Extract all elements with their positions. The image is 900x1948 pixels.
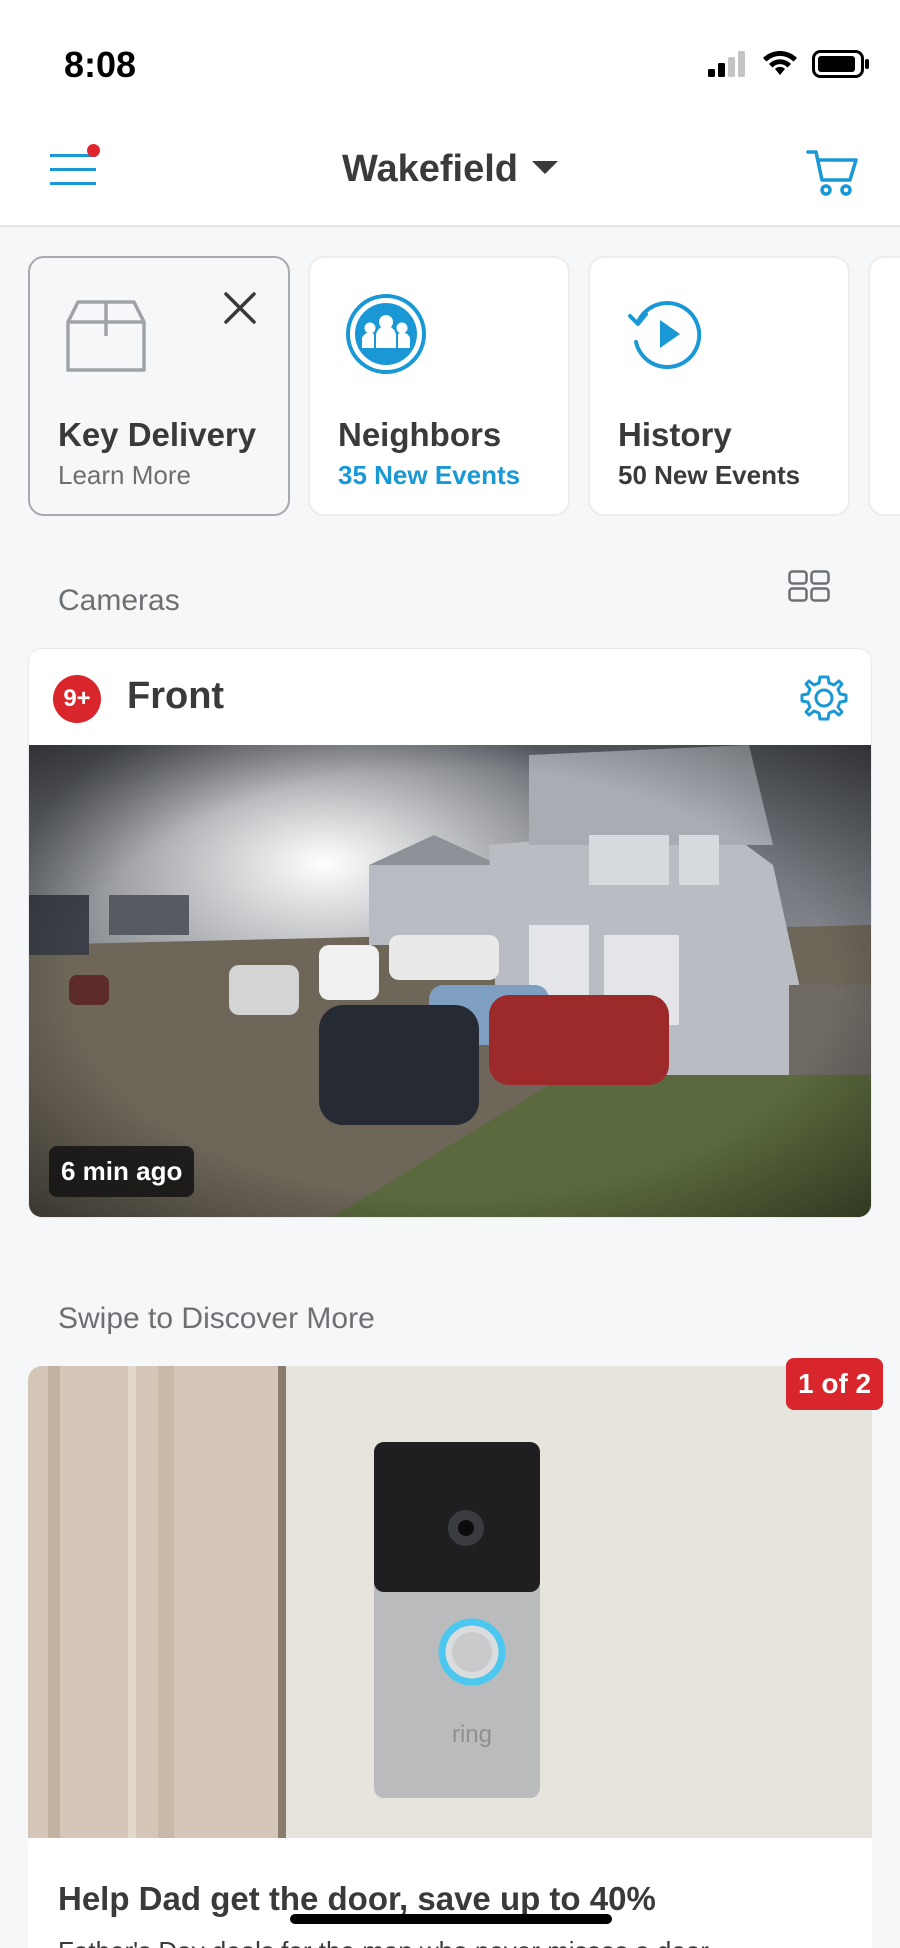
last-seen-label: 6 min ago bbox=[49, 1146, 195, 1197]
close-icon[interactable] bbox=[220, 288, 260, 328]
discover-section-label: Swipe to Discover More bbox=[58, 1302, 375, 1335]
home-indicator[interactable] bbox=[290, 1914, 612, 1924]
location-name: Wakefield bbox=[342, 148, 518, 190]
app-header: Wakefield bbox=[0, 120, 900, 227]
status-icons bbox=[708, 50, 870, 78]
camera-name: Front bbox=[127, 675, 225, 717]
cart-button[interactable] bbox=[806, 146, 860, 198]
location-selector[interactable]: Wakefield bbox=[0, 148, 900, 191]
promo-card[interactable]: ring bbox=[28, 1366, 872, 1948]
chevron-down-icon bbox=[531, 161, 558, 175]
tile-subtitle: Learn More bbox=[58, 460, 191, 490]
cart-icon bbox=[806, 150, 858, 196]
tile-title: Key Delivery bbox=[58, 416, 257, 453]
promo-title: Help Dad get the door, save up to 40% bbox=[58, 1880, 656, 1917]
doorbell-brand: ring bbox=[452, 1721, 492, 1748]
status-bar: 8:08 bbox=[0, 0, 900, 120]
gear-icon[interactable] bbox=[799, 673, 849, 723]
tile-neighbors[interactable]: Neighbors 35 New Events bbox=[308, 256, 570, 516]
camera-card-header: 9+ Front bbox=[29, 649, 871, 745]
battery-icon bbox=[812, 50, 869, 78]
history-icon bbox=[628, 301, 702, 369]
wifi-icon bbox=[763, 51, 797, 75]
tile-history[interactable]: History 50 New Events bbox=[588, 256, 850, 516]
doorbell-image: ring bbox=[28, 1366, 872, 1838]
cameras-section-label: Cameras bbox=[58, 584, 180, 617]
tile-more[interactable] bbox=[868, 256, 900, 516]
signal-icon bbox=[708, 51, 745, 77]
tile-title: History bbox=[618, 416, 732, 453]
package-icon bbox=[66, 300, 146, 372]
promo-pager-badge: 1 of 2 bbox=[786, 1358, 884, 1410]
status-time: 8:08 bbox=[64, 44, 137, 85]
event-count-badge: 9+ bbox=[53, 675, 101, 723]
grid-view-icon bbox=[788, 570, 830, 602]
camera-card-front[interactable]: 9+ Front 6 min ago bbox=[28, 648, 872, 1218]
tile-subtitle: 35 New Events bbox=[338, 460, 521, 490]
tile-title: Neighbors bbox=[338, 416, 502, 453]
grid-view-button[interactable] bbox=[788, 570, 830, 602]
quick-tiles: Key Delivery Learn More Neighbors 35 New… bbox=[28, 256, 900, 516]
promo-image: ring bbox=[28, 1366, 872, 1838]
promo-text: Father's Day deals for the man who never… bbox=[58, 1936, 709, 1948]
tile-subtitle: 50 New Events bbox=[618, 460, 801, 490]
tile-key-delivery[interactable]: Key Delivery Learn More bbox=[28, 256, 290, 516]
camera-snapshot[interactable]: 6 min ago bbox=[29, 745, 871, 1217]
neighbors-icon bbox=[346, 294, 426, 374]
